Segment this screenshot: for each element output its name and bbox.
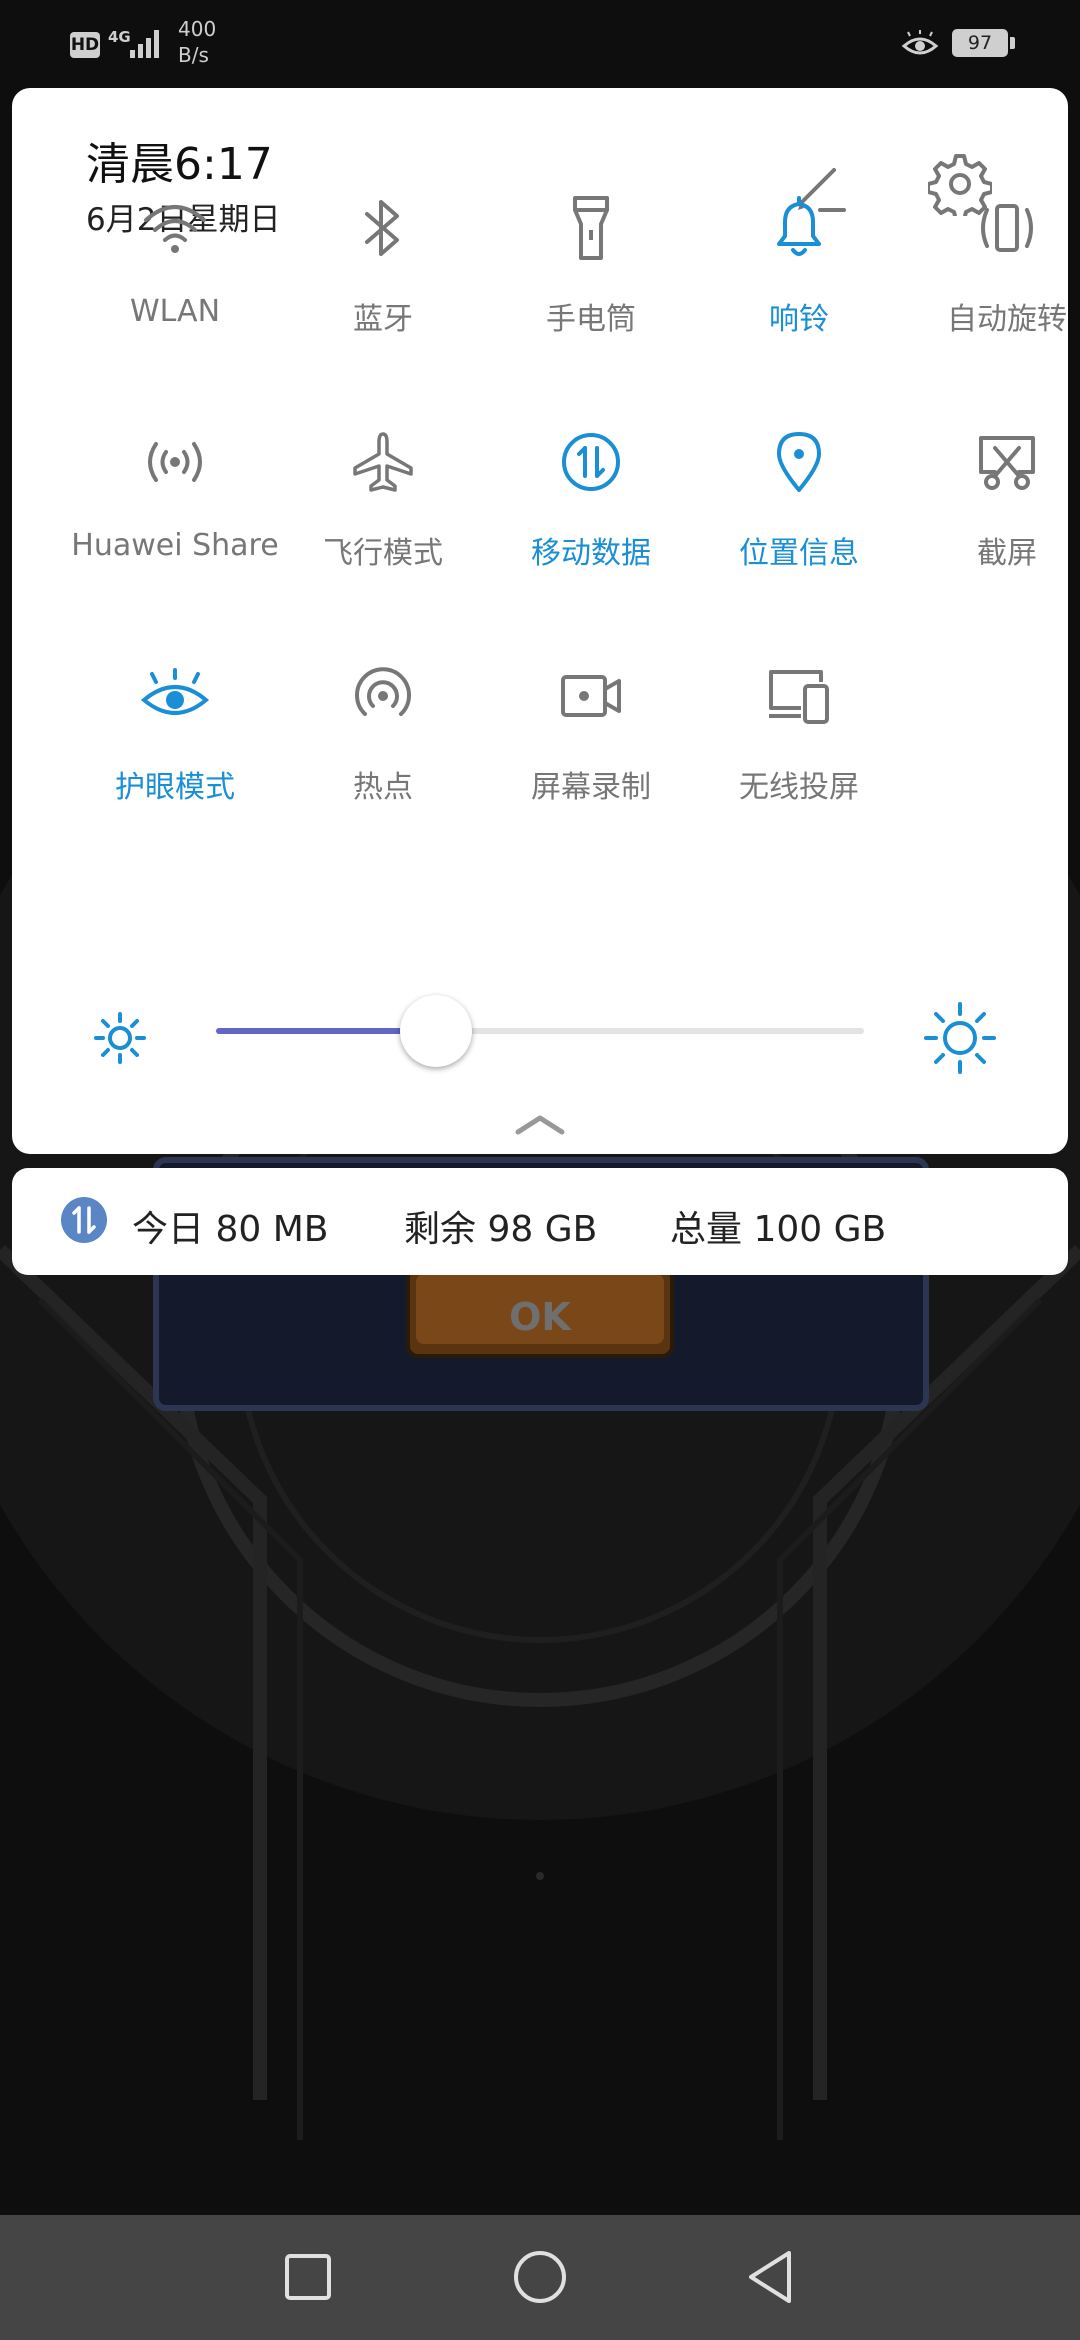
screen: OK HD 4G 400 B/s 97 清晨6:17 6月2日星期日 WLAN … — [0, 0, 1080, 2340]
wifi-icon — [135, 188, 215, 268]
circle-icon — [514, 2251, 566, 2303]
signal-strength-icon — [128, 28, 164, 58]
chevron-up-icon — [515, 1115, 565, 1135]
tile-wlan[interactable]: WLAN — [70, 188, 280, 378]
tile-bluetooth[interactable]: 蓝牙 — [278, 188, 488, 378]
tile-label: 飞行模式 — [323, 536, 443, 571]
mobile-data-icon — [551, 422, 631, 502]
tile-label: 热点 — [353, 770, 413, 805]
brightness-high-icon — [922, 1000, 998, 1076]
tile-wireless-projection[interactable]: 无线投屏 — [694, 656, 904, 846]
tile-screenshot[interactable]: 截屏 — [902, 422, 1080, 612]
battery-icon: 97 — [952, 29, 1008, 57]
square-icon — [285, 2254, 331, 2300]
network-speed-unit: B/s — [178, 43, 209, 67]
bell-icon — [759, 188, 839, 268]
status-bar: HD 4G 400 B/s 97 — [0, 0, 1080, 88]
tile-label: 响铃 — [769, 302, 829, 337]
quick-settings-panel: 清晨6:17 6月2日星期日 WLAN 蓝牙 手电筒 响铃 自动旋转 Huawe… — [12, 88, 1068, 1154]
tile-label: Huawei Share — [71, 528, 279, 563]
data-usage-card[interactable]: 今日 80 MB 剩余 98 GB 总量 100 GB — [12, 1168, 1068, 1275]
collapse-panel-button[interactable] — [512, 1108, 568, 1138]
brightness-low-icon — [90, 1008, 150, 1068]
tile-flashlight[interactable]: 手电筒 — [486, 188, 696, 378]
tile-label: WLAN — [129, 294, 221, 329]
hd-voice-indicator: HD — [70, 32, 100, 58]
tile-screen-record[interactable]: 屏幕录制 — [486, 656, 696, 846]
network-speed-value: 400 — [178, 17, 217, 41]
tile-label: 位置信息 — [739, 536, 859, 571]
network-speed: 400 B/s — [178, 16, 238, 68]
eye-comfort-icon — [135, 656, 215, 736]
screenshot-icon — [967, 422, 1047, 502]
tile-airplane-mode[interactable]: 飞行模式 — [278, 422, 488, 612]
tile-location[interactable]: 位置信息 — [694, 422, 904, 612]
tile-eye-comfort[interactable]: 护眼模式 — [70, 656, 280, 846]
back-button[interactable] — [730, 2237, 810, 2317]
rotate-icon — [967, 188, 1047, 268]
brightness-slider[interactable] — [216, 995, 864, 1067]
tile-label: 截屏 — [977, 536, 1037, 571]
huawei-share-icon — [135, 422, 215, 502]
tile-label: 蓝牙 — [353, 302, 413, 337]
tile-label: 屏幕录制 — [531, 770, 651, 805]
tile-huawei-share[interactable]: Huawei Share — [70, 422, 280, 612]
tile-label: 无线投屏 — [739, 770, 859, 805]
mobile-data-usage-icon — [60, 1196, 108, 1244]
navigation-bar — [0, 2215, 1080, 2340]
battery-level: 97 — [967, 32, 993, 54]
battery-tip — [1010, 37, 1015, 49]
home-button[interactable] — [500, 2237, 580, 2317]
clock-time: 清晨6:17 — [86, 139, 273, 190]
location-icon — [759, 422, 839, 502]
recent-apps-button[interactable] — [268, 2237, 348, 2317]
wireless-projection-icon — [759, 656, 839, 736]
tile-ringer[interactable]: 响铃 — [694, 188, 904, 378]
tile-label: 手电筒 — [546, 302, 636, 337]
tile-label: 护眼模式 — [115, 770, 235, 805]
tile-label: 自动旋转 — [947, 302, 1067, 337]
svg-text:OK: OK — [509, 1295, 572, 1339]
tile-label: 移动数据 — [531, 536, 651, 571]
airplane-icon — [343, 422, 423, 502]
flashlight-icon — [551, 188, 631, 268]
data-total: 总量 100 GB — [670, 1209, 887, 1250]
bluetooth-icon — [343, 188, 423, 268]
brightness-slider-thumb[interactable] — [400, 995, 473, 1067]
tile-mobile-data[interactable]: 移动数据 — [486, 422, 696, 612]
triangle-back-icon — [749, 2251, 791, 2303]
tile-auto-rotate[interactable]: 自动旋转 — [902, 188, 1080, 378]
screen-record-icon — [551, 656, 631, 736]
data-used-today: 今日 80 MB — [132, 1209, 329, 1250]
hotspot-icon — [343, 656, 423, 736]
eye-comfort-status-icon — [900, 30, 940, 60]
data-remaining: 剩余 98 GB — [404, 1209, 598, 1250]
tile-hotspot[interactable]: 热点 — [278, 656, 488, 846]
